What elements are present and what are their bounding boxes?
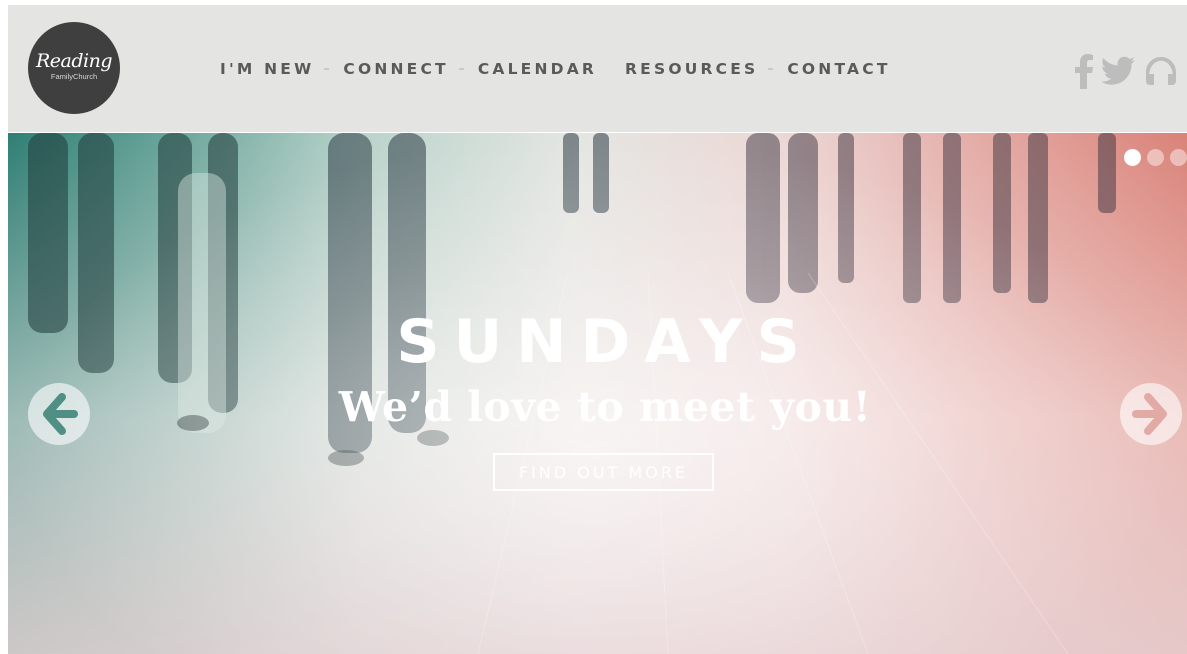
nav-separator [768, 68, 774, 70]
logo-script-text: Reading [35, 50, 113, 72]
social-links [1074, 53, 1178, 89]
page: Reading FamilyChurch I'M NEW CONNECT CAL… [0, 0, 1187, 654]
nav-item-calendar[interactable]: CALENDAR [478, 60, 597, 78]
hero-subheadline: We’d love to meet you! [338, 383, 872, 431]
slide-dot-3[interactable] [1170, 149, 1187, 166]
nav-item-connect[interactable]: CONNECT [343, 60, 448, 78]
twitter-icon[interactable] [1102, 56, 1136, 86]
slide-dot-2[interactable] [1147, 149, 1164, 166]
nav-separator [324, 68, 330, 70]
headphones-icon[interactable] [1144, 55, 1178, 87]
nav-item-contact[interactable]: CONTACT [787, 60, 890, 78]
slide-indicators [1124, 149, 1187, 166]
hero-slider: SUNDAYS We’d love to meet you! FIND OUT … [8, 133, 1187, 654]
church-logo[interactable]: Reading FamilyChurch [28, 22, 120, 114]
logo-sub-text: FamilyChurch [50, 72, 98, 81]
nav-item-im-new[interactable]: I'M NEW [220, 60, 314, 78]
find-out-more-button[interactable]: FIND OUT MORE [493, 453, 714, 491]
slide-dot-1[interactable] [1124, 149, 1141, 166]
main-nav: I'M NEW CONNECT CALENDAR RESOURCES CONTA… [220, 57, 891, 81]
nav-item-resources[interactable]: RESOURCES [625, 60, 758, 78]
site-header: Reading FamilyChurch I'M NEW CONNECT CAL… [8, 5, 1187, 132]
facebook-icon[interactable] [1074, 53, 1094, 89]
nav-separator [458, 68, 464, 70]
hero-headline: SUNDAYS [396, 307, 814, 377]
